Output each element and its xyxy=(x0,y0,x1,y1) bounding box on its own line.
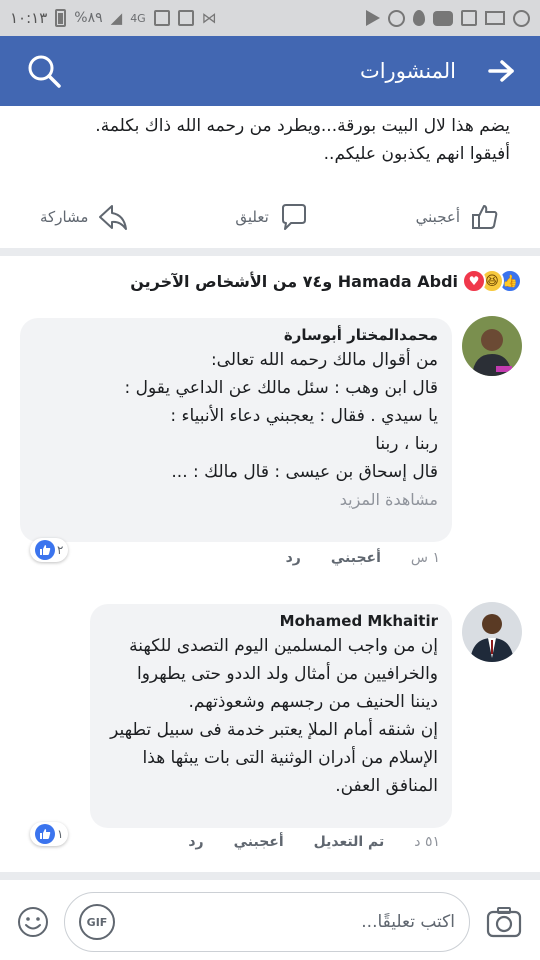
status-left: ١٠:١٣ %٨٩ ◢ 4G ⋈ xyxy=(10,9,217,27)
like-label: أعجبني xyxy=(415,208,460,226)
avatar[interactable] xyxy=(462,316,522,376)
app-header: المنشورات xyxy=(0,36,540,106)
comment-like-button[interactable]: أعجبني xyxy=(331,550,381,566)
comment-bubble: Mohamed Mkhaitir إن من واجب المسلمين الي… xyxy=(90,604,452,828)
data-icon xyxy=(153,10,170,26)
signal-icon: ◢ xyxy=(110,9,123,27)
comment-reply-button[interactable]: رد xyxy=(286,550,301,566)
chrome-icon xyxy=(388,9,405,27)
avatar-photo xyxy=(462,602,522,662)
sticker-smiley-icon[interactable] xyxy=(16,905,50,939)
post-action-bar: أعجبني تعليق مشاركة xyxy=(0,194,540,240)
reactions-text: Hamada Abdi و٧٤ من الأشخاص الآخرين xyxy=(130,271,458,291)
youtube-icon xyxy=(433,10,453,26)
comment-input[interactable]: GIF اكتب تعليقًا... xyxy=(64,892,470,952)
camera-icon[interactable] xyxy=(484,902,524,942)
network-type: 4G xyxy=(130,11,146,25)
comment-composer: GIF اكتب تعليقًا... xyxy=(0,884,540,960)
comment-author[interactable]: Mohamed Mkhaitir xyxy=(104,612,438,630)
reaction-icons: 👍 😆 ♥ xyxy=(462,269,522,293)
comment-bubble-icon xyxy=(281,204,306,230)
comment-reply-button[interactable]: رد xyxy=(188,834,203,850)
see-more-link[interactable]: مشاهدة المزيد xyxy=(34,486,438,514)
location-icon xyxy=(413,10,425,26)
status-bar: ١٠:١٣ %٨٩ ◢ 4G ⋈ xyxy=(0,0,540,36)
comment-like-count[interactable]: ١ xyxy=(30,822,69,846)
comment-text: إن من واجب المسلمين اليوم التصدى للكهنة … xyxy=(110,636,438,796)
post-text-line: يضم هذا لال البيت بورقة...ويطرد من رحمه … xyxy=(95,116,510,136)
gif-button[interactable]: GIF xyxy=(79,904,115,940)
like-count: ٢ xyxy=(57,543,64,557)
comment-time: ٥١ د xyxy=(414,834,440,850)
comment-text: من أقوال مالك رحمه الله تعالى: قال ابن و… xyxy=(124,350,438,482)
share-button[interactable]: مشاركة xyxy=(40,202,128,232)
share-arrow-icon xyxy=(99,205,128,230)
page-title: المنشورات xyxy=(359,59,456,83)
comment-edited-label[interactable]: تم التعديل xyxy=(314,834,385,850)
status-right xyxy=(366,9,530,27)
comment-label: تعليق xyxy=(235,208,269,226)
avatar[interactable] xyxy=(462,602,522,662)
comment-button[interactable]: تعليق xyxy=(235,202,308,232)
clock: ١٠:١٣ xyxy=(10,9,48,27)
share-label: مشاركة xyxy=(40,208,89,226)
vibrate-icon: ⋈ xyxy=(201,9,217,27)
whatsapp-icon xyxy=(513,9,530,27)
header-title-group: المنشورات xyxy=(360,56,516,86)
comment-like-count[interactable]: ٢ xyxy=(30,538,69,562)
comment: Mohamed Mkhaitir إن من واجب المسلمين الي… xyxy=(0,602,540,864)
mail-icon xyxy=(485,11,505,25)
like-badge-icon xyxy=(35,540,55,560)
comment-author[interactable]: محمدالمختار أبوسارة xyxy=(34,326,438,344)
back-arrow-icon[interactable] xyxy=(486,56,516,86)
post-text-line: أفيقوا انهم يكذبون عليكم.. xyxy=(323,144,510,164)
avatar-photo xyxy=(462,316,522,376)
battery-icon xyxy=(55,9,67,27)
like-count: ١ xyxy=(57,827,64,841)
play-store-icon xyxy=(366,10,380,26)
comment-time: ١ س xyxy=(410,550,440,566)
comment-input-placeholder: اكتب تعليقًا... xyxy=(361,912,455,932)
post-body: يضم هذا لال البيت بورقة...ويطرد من رحمه … xyxy=(20,112,510,168)
like-button[interactable]: أعجبني xyxy=(416,202,500,232)
like-badge-icon xyxy=(35,824,55,844)
comment: محمدالمختار أبوسارة من أقوال مالك رحمه ا… xyxy=(0,316,540,576)
comment-like-button[interactable]: أعجبني xyxy=(234,834,284,850)
search-icon[interactable] xyxy=(24,51,64,91)
sim-icon xyxy=(177,10,194,26)
reactions-summary[interactable]: 👍 😆 ♥ Hamada Abdi و٧٤ من الأشخاص الآخرين xyxy=(0,262,540,300)
section-divider xyxy=(0,872,540,880)
gallery-icon xyxy=(461,10,477,26)
thumbs-up-icon xyxy=(472,205,498,229)
section-divider xyxy=(0,248,540,256)
comment-meta: ٥١ د تم التعديل أعجبني رد xyxy=(188,834,440,850)
battery-percent: %٨٩ xyxy=(74,10,103,26)
comment-meta: ١ س أعجبني رد xyxy=(286,550,440,566)
comment-bubble: محمدالمختار أبوسارة من أقوال مالك رحمه ا… xyxy=(20,318,452,542)
love-reaction-icon: ♥ xyxy=(462,269,486,293)
